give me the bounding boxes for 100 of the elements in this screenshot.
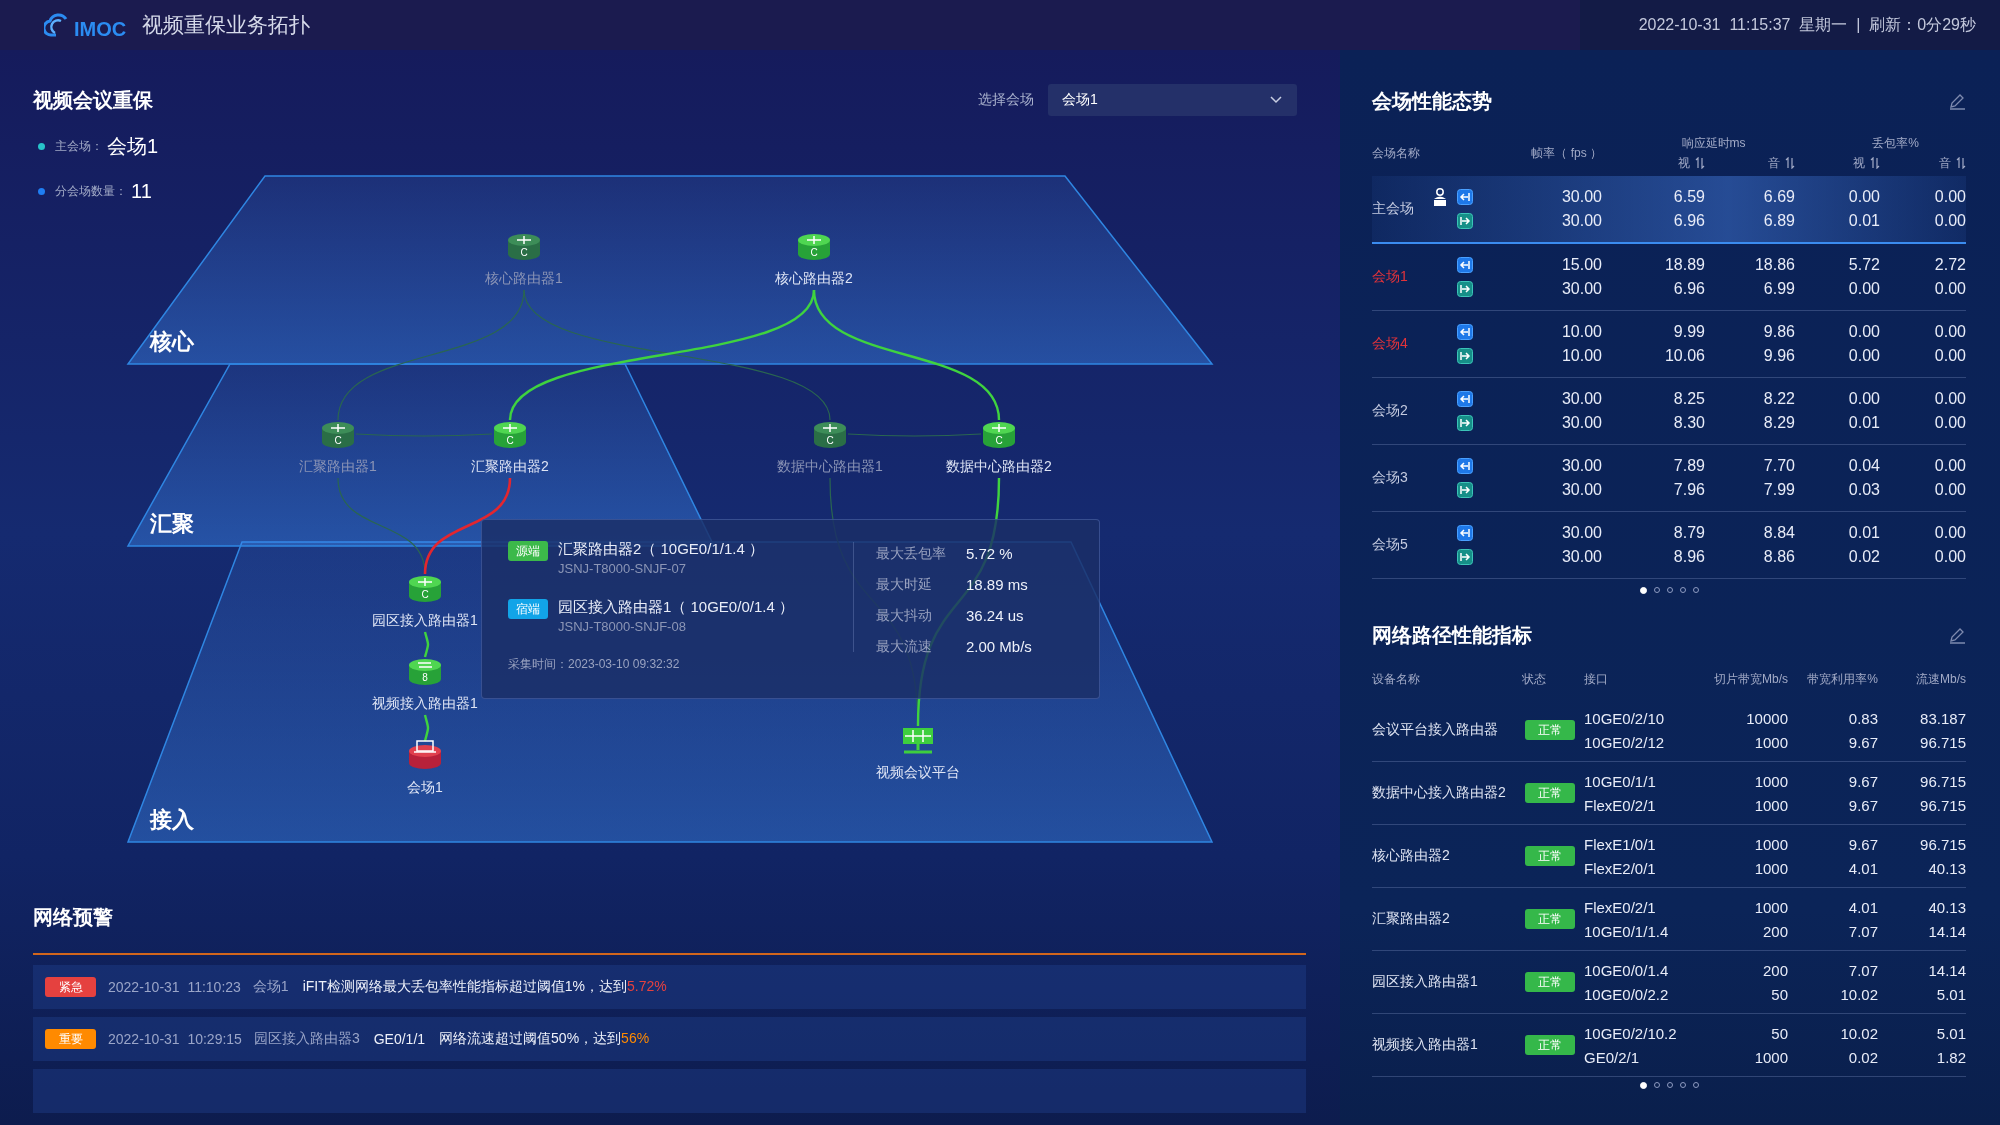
- exit-icon: [1457, 549, 1473, 565]
- table-cell-text: 0.00: [1847, 323, 1880, 341]
- device-name: 核心路由器2: [1372, 847, 1451, 865]
- table-cell-text: 0.00: [1933, 323, 1966, 341]
- router-icon[interactable]: [409, 576, 441, 602]
- metric-value: 2.00 Mb/s: [966, 638, 1032, 655]
- table-cell-text: 4.01: [1847, 898, 1878, 916]
- table-cell-text: 10GE0/1/1.4: [1584, 922, 1670, 940]
- router-icon[interactable]: [508, 234, 540, 260]
- table-cell-text: 0.00: [1933, 481, 1966, 499]
- node-letter: C: [334, 435, 342, 446]
- table-cell-text: 0.00: [1933, 548, 1966, 566]
- router-icon[interactable]: [322, 422, 354, 448]
- table-cell-text: 0.01: [1847, 524, 1880, 542]
- table-cell-text: 0.00: [1847, 280, 1880, 298]
- column-header: 视: [1853, 154, 1865, 172]
- alert-row[interactable]: 重要 2022-10-31 10:29:15 园区接入路由器3 GE0/1/1 网络流速超过阈值50%，达到56%: [33, 1017, 1306, 1061]
- table-cell-text: 0.00: [1847, 347, 1880, 365]
- table-cell-text: 30.00: [1560, 548, 1602, 566]
- exit-icon: [1457, 348, 1473, 364]
- enter-icon: [1457, 525, 1473, 541]
- node-letter: C: [826, 435, 834, 446]
- select-label: 选择会场: [978, 91, 1034, 109]
- section-title: 网络预警: [33, 905, 114, 929]
- table-cell-text: 10.02: [1839, 1024, 1878, 1042]
- table-cell-text: 9.67: [1847, 772, 1878, 790]
- alert-message: iFIT检测网络最大丢包率性能指标超过阈值1%，达到5.72%: [302, 978, 667, 996]
- column-header: 音: [1768, 154, 1780, 172]
- table-row[interactable]: 主会场 30.00 6.59 6.69 0.00 0.00 30.00 6.96 6.89 0.01 0.00: [1372, 176, 1966, 244]
- metric-label: 最大时延: [876, 575, 933, 594]
- alert-source: 会场1: [252, 978, 289, 996]
- table-cell-text: 0.00: [1933, 347, 1966, 365]
- table-cell-text: 9.67: [1847, 796, 1878, 814]
- table-cell-text: 7.99: [1762, 481, 1795, 499]
- info-label: 主会场：: [55, 137, 103, 155]
- router-icon[interactable]: [798, 234, 830, 260]
- table-cell-text: 8.30: [1672, 414, 1705, 432]
- table-cell-text: 7.89: [1672, 457, 1705, 475]
- table-cell-text: 200: [1761, 961, 1788, 979]
- table-row[interactable]: 会场3 30.00 7.89 7.70 0.04 0.00 30.00 7.96 7.99 0.03 0.00: [1372, 445, 1966, 512]
- enter-icon: [1457, 458, 1473, 474]
- table-cell-text: 8.25: [1672, 390, 1705, 408]
- table-cell-text: FlexE0/2/1: [1584, 796, 1657, 814]
- table-cell-text: 1000: [1753, 859, 1788, 877]
- venue-name: 会场3: [1372, 469, 1409, 487]
- status-tag: 正常: [1525, 846, 1575, 866]
- table-cell-text: 8.29: [1762, 414, 1795, 432]
- edit-icon[interactable]: [1948, 626, 1966, 644]
- table-cell-text: 5.01: [1935, 985, 1966, 1003]
- venue-name: 会场5: [1372, 536, 1409, 554]
- table-cell-text: 5.01: [1935, 1024, 1966, 1042]
- table-cell-text: 0.00: [1847, 188, 1880, 206]
- enter-icon: [1457, 324, 1473, 340]
- layer-label: 核心: [150, 329, 194, 354]
- device-id: JSNJ-T8000-SNJF-08: [558, 618, 687, 636]
- info-value: 会场1: [107, 133, 159, 159]
- collect-time: 采集时间：2023-03-10 09:32:32: [508, 656, 681, 673]
- venue-select[interactable]: 会场1: [1048, 84, 1297, 116]
- table-cell-text: 0.00: [1933, 188, 1966, 206]
- sort-icon[interactable]: [1870, 157, 1880, 169]
- alert-time: 2022-10-31 11:10:23: [108, 979, 241, 995]
- section-title: 网络路径性能指标: [1372, 622, 1532, 648]
- table-cell-text: 8.79: [1672, 524, 1705, 542]
- status-tag: 正常: [1525, 783, 1575, 803]
- router-icon[interactable]: [814, 422, 846, 448]
- sort-icon[interactable]: [1695, 157, 1705, 169]
- table-row[interactable]: 会场4 10.00 9.99 9.86 0.00 0.00 10.00 10.06 9.96 0.00 0.00: [1372, 311, 1966, 378]
- node-letter: 8: [422, 672, 428, 683]
- platform-icon[interactable]: [902, 728, 934, 754]
- column-header: 设备名称: [1372, 670, 1421, 688]
- table-cell-text: 14.14: [1927, 961, 1966, 979]
- enter-icon: [1457, 257, 1473, 273]
- table-cell-text: 0.01: [1847, 414, 1880, 432]
- alert-row[interactable]: 紧急 2022-10-31 11:10:23 会场1 iFIT检测网络最大丢包率性能指标超过阈值1%，达到5.72%: [33, 965, 1306, 1009]
- table-cell-text: 96.715: [1919, 772, 1966, 790]
- table-row[interactable]: 会场1 15.00 18.89 18.86 5.72 2.72 30.00 6.96 6.99 0.00 0.00: [1372, 244, 1966, 311]
- table-cell-text: 10.02: [1839, 985, 1878, 1003]
- node-label: 核心路由器1: [485, 270, 563, 286]
- node-letter: C: [421, 589, 429, 600]
- sort-icon[interactable]: [1785, 157, 1795, 169]
- endpoint-tag: 宿端: [508, 599, 548, 619]
- router-icon[interactable]: [409, 659, 441, 685]
- column-header: 切片带宽Mb/s: [1713, 670, 1788, 688]
- layer-label: 接入: [150, 807, 194, 832]
- info-label: 分会场数量：: [55, 182, 127, 200]
- edit-icon[interactable]: [1948, 92, 1966, 110]
- sort-icon[interactable]: [1956, 157, 1966, 169]
- table-cell-text: 96.715: [1919, 733, 1966, 751]
- table-cell-text: 40.13: [1927, 898, 1966, 916]
- venue-icon[interactable]: [409, 740, 441, 769]
- router-icon[interactable]: [983, 422, 1015, 448]
- logo-text: IMOC: [74, 19, 127, 39]
- table-cell-text: 0.83: [1847, 709, 1878, 727]
- router-icon[interactable]: [494, 422, 526, 448]
- node-letter: C: [506, 435, 514, 446]
- table-cell-text: 200: [1761, 922, 1788, 940]
- column-header: 带宽利用率%: [1806, 670, 1878, 688]
- status-tag: 正常: [1525, 909, 1575, 929]
- table-row[interactable]: 会场5 30.00 8.79 8.84 0.01 0.00 30.00 8.96 8.86 0.02 0.00: [1372, 512, 1966, 579]
- table-row[interactable]: 会场2 30.00 8.25 8.22 0.00 0.00 30.00 8.30 8.29 0.01 0.00: [1372, 378, 1966, 445]
